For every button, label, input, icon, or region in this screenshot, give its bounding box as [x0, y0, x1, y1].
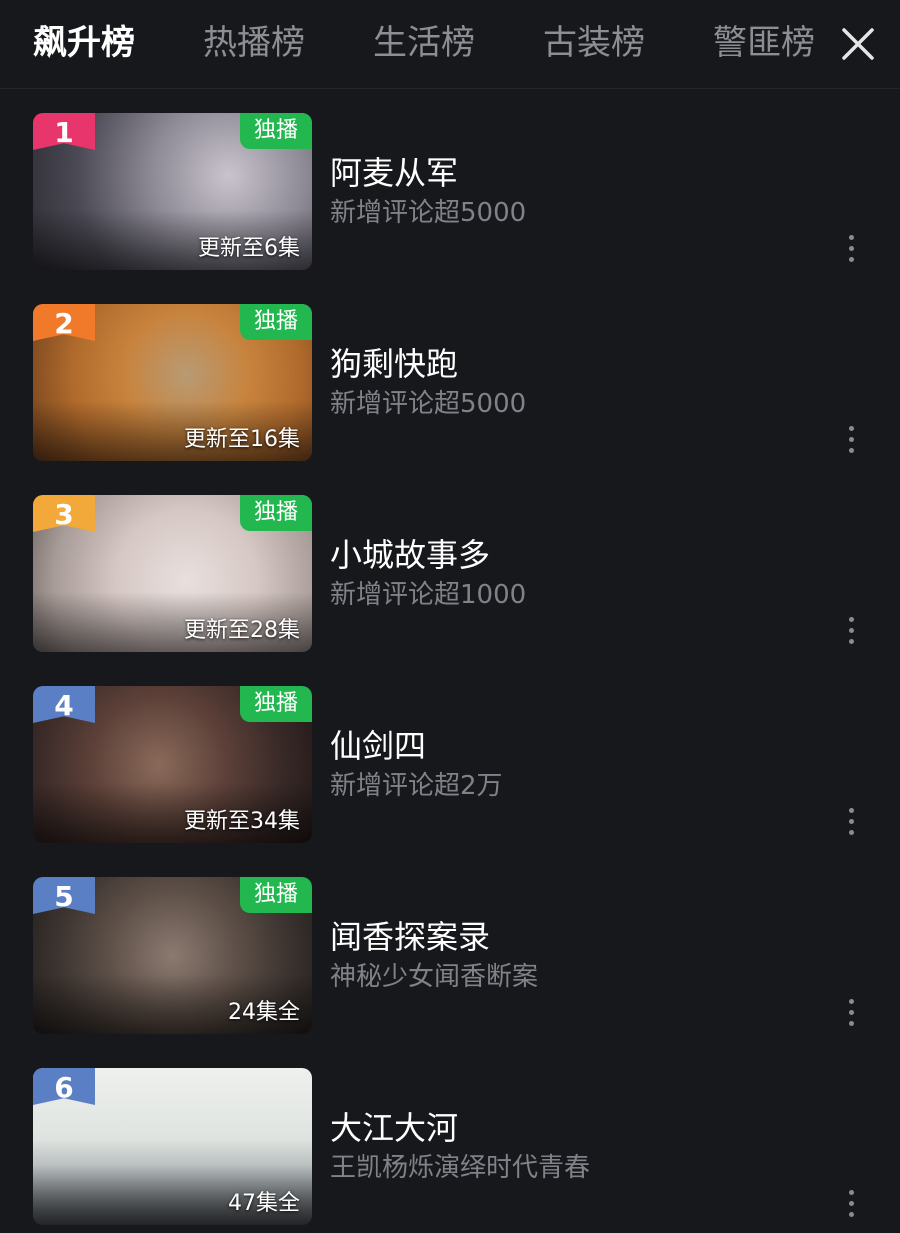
poster-thumbnail[interactable]: 1 独播 更新至6集 [33, 113, 312, 270]
tab-label: 古装榜 [543, 23, 645, 63]
episode-status: 24集全 [228, 1000, 300, 1025]
poster-thumbnail[interactable]: 3 独播 更新至28集 [33, 495, 312, 652]
more-options-button[interactable] [836, 801, 866, 841]
more-options-button[interactable] [836, 419, 866, 459]
episode-status: 47集全 [228, 1191, 300, 1216]
tab-label: 飙升榜 [33, 23, 135, 63]
tab-soaring-chart[interactable]: 飙升榜 [33, 18, 135, 75]
tab-label: 警匪榜 [713, 23, 815, 63]
exclusive-badge: 独播 [240, 686, 312, 722]
more-options-button[interactable] [836, 992, 866, 1032]
show-subtitle: 新增评论超5000 [330, 198, 527, 228]
poster-thumbnail[interactable]: 4 独播 更新至34集 [33, 686, 312, 843]
show-title[interactable]: 阿麦从军 [330, 148, 458, 194]
show-title[interactable]: 闻香探案录 [330, 912, 490, 958]
exclusive-badge: 独播 [240, 877, 312, 913]
list-item[interactable]: 4 独播 更新至34集 仙剑四 新增评论超2万 [0, 661, 900, 851]
list-item[interactable]: 2 独播 更新至16集 狗剩快跑 新增评论超5000 [0, 279, 900, 469]
show-subtitle: 新增评论超5000 [330, 389, 527, 419]
list-item[interactable]: 1 独播 更新至6集 阿麦从军 新增评论超5000 [0, 88, 900, 278]
show-subtitle: 新增评论超1000 [330, 580, 527, 610]
poster-thumbnail[interactable]: 5 独播 24集全 [33, 877, 312, 1034]
show-subtitle: 神秘少女闻香断案 [330, 962, 539, 992]
more-options-button[interactable] [836, 610, 866, 650]
tab-label: 生活榜 [373, 23, 475, 63]
exclusive-badge: 独播 [240, 113, 312, 149]
poster-thumbnail[interactable]: 2 独播 更新至16集 [33, 304, 312, 461]
poster-thumbnail[interactable]: 6 47集全 [33, 1068, 312, 1225]
list-item[interactable]: 5 独播 24集全 闻香探案录 神秘少女闻香断案 [0, 852, 900, 1042]
show-title[interactable]: 大江大河 [330, 1103, 458, 1149]
top-tab-bar: 飙升榜 热播榜 生活榜 古装榜 警匪榜 [0, 0, 900, 89]
show-title[interactable]: 小城故事多 [330, 530, 490, 576]
exclusive-badge: 独播 [240, 495, 312, 531]
episode-status: 更新至34集 [184, 809, 300, 834]
list-item[interactable]: 3 独播 更新至28集 小城故事多 新增评论超1000 [0, 470, 900, 660]
exclusive-badge: 独播 [240, 304, 312, 340]
close-button[interactable] [836, 22, 880, 66]
show-subtitle: 王凯杨烁演绎时代青春 [330, 1153, 591, 1183]
tab-life-chart[interactable]: 生活榜 [373, 18, 475, 68]
tab-costume-chart[interactable]: 古装榜 [543, 18, 645, 68]
close-icon [842, 28, 874, 60]
list-item[interactable]: 6 47集全 大江大河 王凯杨烁演绎时代青春 [0, 1043, 900, 1233]
show-subtitle: 新增评论超2万 [330, 771, 503, 801]
tab-hot-chart[interactable]: 热播榜 [203, 18, 305, 68]
more-options-button[interactable] [836, 228, 866, 268]
tab-label: 热播榜 [203, 23, 305, 63]
show-title[interactable]: 狗剩快跑 [330, 339, 458, 385]
episode-status: 更新至6集 [198, 236, 300, 261]
more-options-button[interactable] [836, 1183, 866, 1223]
show-title[interactable]: 仙剑四 [330, 721, 426, 767]
tab-police-chart[interactable]: 警匪榜 [713, 18, 815, 68]
episode-status: 更新至28集 [184, 618, 300, 643]
episode-status: 更新至16集 [184, 427, 300, 452]
